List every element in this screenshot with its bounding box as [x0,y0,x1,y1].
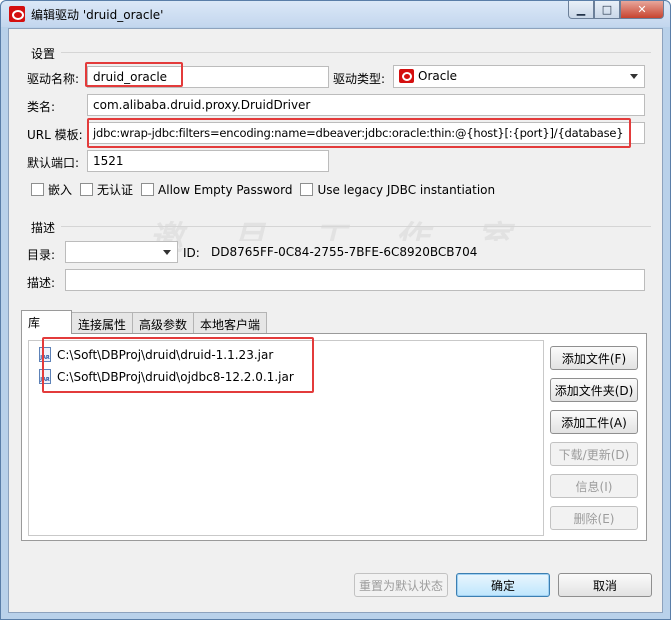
list-item[interactable]: JAR C:\Soft\DBProj\druid\ojdbc8-12.2.0.1… [39,369,294,384]
settings-divider [61,52,651,53]
class-name-label: 类名: [27,100,56,114]
embedded-checkbox-label: 嵌入 [48,183,73,197]
add-file-button[interactable]: 添加文件(F) [550,346,638,370]
ok-button[interactable]: 确定 [456,573,550,597]
class-name-input[interactable]: com.alibaba.druid.proxy.DruidDriver [87,94,645,116]
minimize-icon: ▁ [576,3,586,16]
driver-type-combo[interactable]: Oracle [393,65,645,88]
settings-checkboxes: 嵌入 无认证 Allow Empty Password Use legacy J… [31,181,495,198]
no-auth-checkbox[interactable]: 无认证 [80,181,133,198]
category-label: 目录: [27,248,56,262]
library-list[interactable]: JAR C:\Soft\DBProj\druid\druid-1.1.23.ja… [28,340,544,536]
default-port-label: 默认端口: [27,156,80,170]
driver-type-value: Oracle [418,69,458,83]
library-file-path: C:\Soft\DBProj\druid\druid-1.1.23.jar [57,347,274,362]
no-auth-checkbox-box[interactable] [80,183,94,196]
allow-empty-password-checkbox-box[interactable] [141,183,155,196]
allow-empty-password-label: Allow Empty Password [158,182,293,197]
driver-tabs: 库 连接属性 高级参数 本地客户端 [21,310,268,334]
close-button[interactable]: ✕ [620,1,664,19]
chevron-down-icon [163,250,171,255]
legacy-jdbc-checkbox-box[interactable] [300,183,314,196]
default-port-input[interactable]: 1521 [87,150,329,172]
tab-connection-properties[interactable]: 连接属性 [71,312,134,334]
legacy-jdbc-checkbox[interactable]: Use legacy JDBC instantiation [300,183,495,197]
add-folder-button[interactable]: 添加文件夹(D) [550,378,638,402]
driver-name-label: 驱动名称: [27,72,80,86]
info-button[interactable]: 信息(I) [550,474,638,498]
tab-libraries[interactable]: 库 [21,310,72,334]
description-divider [61,226,651,227]
no-auth-checkbox-label: 无认证 [97,183,134,197]
window-title: 编辑驱动 'druid_oracle' [31,8,164,22]
oracle-icon [399,69,414,83]
id-label: ID: [183,246,200,260]
oracle-icon [9,6,25,22]
tab-advanced-parameters[interactable]: 高级参数 [132,312,195,334]
add-artifact-button[interactable]: 添加工件(A) [550,410,638,434]
jar-file-icon: JAR [39,369,51,384]
minimize-button[interactable]: ▁ [568,1,594,19]
url-template-label: URL 模板: [27,128,83,142]
legacy-jdbc-label: Use legacy JDBC instantiation [317,182,496,197]
maximize-icon: □ [601,3,613,16]
maximize-button[interactable]: □ [594,1,620,19]
description-input[interactable] [65,269,645,291]
delete-button[interactable]: 删除(E) [550,506,638,530]
chevron-down-icon [630,74,638,79]
list-item[interactable]: JAR C:\Soft\DBProj\druid\druid-1.1.23.ja… [39,347,273,362]
description-group-label: 描述 [31,221,56,235]
tab-native-client[interactable]: 本地客户端 [193,312,268,334]
driver-name-input[interactable]: druid_oracle [87,66,329,88]
jar-file-icon: JAR [39,347,51,362]
dialog-window: 编辑驱动 'druid_oracle' ▁ □ ✕ 邀 月 工 作 室 设置 驱… [0,0,671,620]
download-update-button[interactable]: 下载/更新(D) [550,442,638,466]
id-value: DD8765FF-0C84-2755-7BFE-6C8920BCB704 [205,241,645,263]
description-label: 描述: [27,276,56,290]
dialog-client: 邀 月 工 作 室 设置 驱动名称: druid_oracle 驱动类型: Or… [8,28,663,613]
title-bar[interactable]: 编辑驱动 'druid_oracle' ▁ □ ✕ [1,1,670,27]
reset-defaults-button[interactable]: 重置为默认状态 [354,573,448,597]
driver-type-label: 驱动类型: [333,72,386,86]
allow-empty-password-checkbox[interactable]: Allow Empty Password [141,183,292,197]
cancel-button[interactable]: 取消 [558,573,652,597]
settings-group-label: 设置 [31,47,56,61]
url-template-input[interactable]: jdbc:wrap-jdbc:filters=encoding:name=dbe… [87,122,645,144]
library-file-path: C:\Soft\DBProj\druid\ojdbc8-12.2.0.1.jar [57,369,294,384]
embedded-checkbox[interactable]: 嵌入 [31,181,72,198]
category-combo[interactable] [65,241,178,263]
window-controls: ▁ □ ✕ [568,1,664,19]
embedded-checkbox-box[interactable] [31,183,44,196]
close-icon: ✕ [637,3,647,16]
libraries-panel: JAR C:\Soft\DBProj\druid\druid-1.1.23.ja… [21,333,647,541]
